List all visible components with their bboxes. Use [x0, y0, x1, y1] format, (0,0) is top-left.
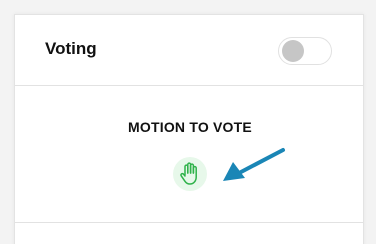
voting-label: Voting [45, 39, 97, 58]
voting-toggle[interactable] [278, 37, 332, 65]
voting-row: Voting [15, 15, 363, 86]
raised-hand-icon [180, 162, 197, 185]
pointer-arrow-icon [223, 148, 285, 181]
motion-title: MOTION TO VOTE [128, 119, 252, 135]
voting-panel: Voting MOTION TO VOTE [14, 14, 364, 244]
toggle-knob [282, 40, 304, 62]
motion-row: MOTION TO VOTE [15, 86, 363, 223]
raise-hand-button[interactable] [173, 157, 207, 191]
